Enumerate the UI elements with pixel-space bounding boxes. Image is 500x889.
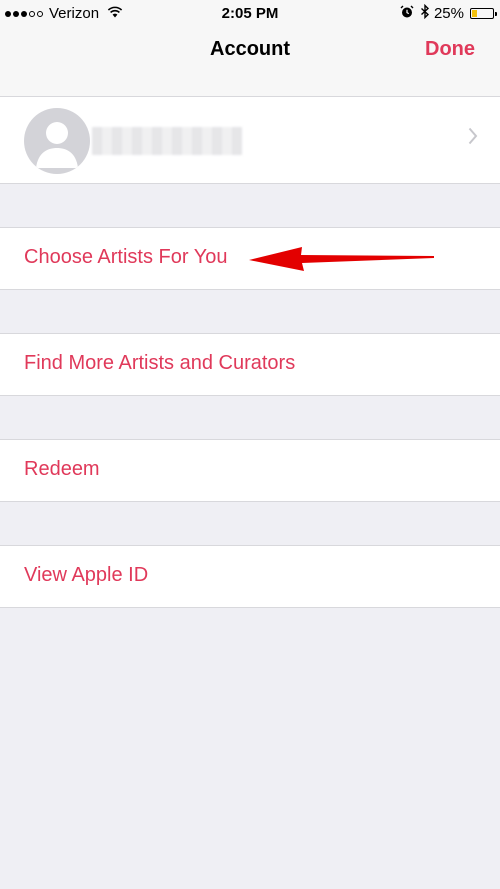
- battery-percent: 25%: [433, 5, 464, 22]
- account-name-blurred: [92, 127, 242, 155]
- redeem-label: Redeem: [24, 458, 100, 480]
- find-more-artists-cell[interactable]: Find More Artists and Curators: [0, 333, 500, 396]
- alarm-icon: [400, 5, 414, 23]
- redeem-cell[interactable]: Redeem: [0, 439, 500, 502]
- profile-cell[interactable]: [0, 96, 500, 184]
- person-silhouette-icon: [36, 122, 78, 168]
- done-button[interactable]: Done: [425, 38, 475, 61]
- nav-bar: Account Done: [0, 28, 500, 97]
- view-apple-id-label: View Apple ID: [24, 564, 149, 586]
- bluetooth-icon: [420, 3, 430, 23]
- choose-artists-cell[interactable]: Choose Artists For You: [0, 227, 500, 290]
- choose-artists-label: Choose Artists For You: [24, 246, 228, 268]
- avatar: [24, 108, 90, 174]
- battery-icon: [470, 8, 497, 19]
- battery-fill: [472, 10, 477, 17]
- chevron-right-icon: [468, 127, 478, 150]
- status-bar: Verizon 2:05 PM 25%: [0, 0, 500, 28]
- view-apple-id-cell[interactable]: View Apple ID: [0, 545, 500, 608]
- find-more-artists-label: Find More Artists and Curators: [24, 352, 296, 374]
- status-right: 25%: [400, 3, 497, 23]
- red-arrow-icon: [249, 247, 434, 271]
